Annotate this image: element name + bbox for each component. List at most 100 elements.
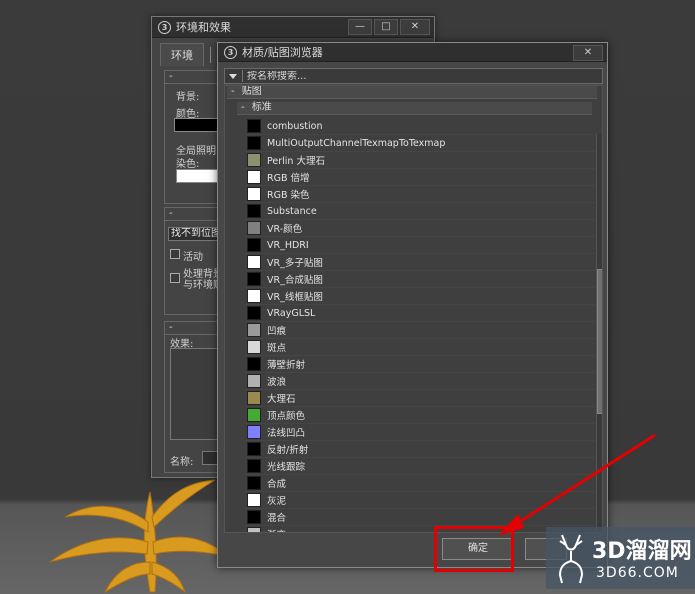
group-header-maps[interactable]: - 贴图 (227, 86, 597, 99)
list-item[interactable]: Perlin 大理石 (245, 152, 595, 169)
list-item[interactable]: VR_合成贴图 (245, 271, 595, 288)
list-item[interactable]: MultiOutputChannelTexmapToTexmap (245, 135, 595, 152)
map-thumbnail-icon (247, 323, 261, 337)
list-item-label: 大理石 (267, 394, 296, 405)
map-thumbnail-icon (247, 221, 261, 235)
list-item-label: 斑点 (267, 343, 287, 354)
map-thumbnail-icon (247, 374, 261, 388)
search-separator (242, 70, 243, 82)
list-item-label: Substance (267, 205, 317, 217)
background-color-swatch[interactable] (174, 118, 220, 132)
subgroup-header-standard[interactable]: - 标准 (237, 102, 592, 115)
map-thumbnail-icon (247, 527, 261, 532)
list-item-label: VR_线框贴图 (267, 292, 323, 303)
close-button[interactable]: ✕ (400, 19, 430, 35)
list-item-label: RGB 倍增 (267, 173, 310, 184)
list-item-label: 薄壁折射 (267, 360, 306, 371)
list-item[interactable]: RGB 倍增 (245, 169, 595, 186)
list-item-label: 反射/折射 (267, 445, 309, 456)
map-thumbnail-icon (247, 136, 261, 150)
annotation-arrow-icon (498, 433, 656, 536)
list-item-label: 顶点颜色 (267, 411, 306, 422)
options-dropdown-icon[interactable] (229, 73, 237, 79)
watermark: 3D溜溜网 3D66.COM (546, 527, 695, 589)
map-thumbnail-icon (247, 476, 261, 490)
app-logo-icon: 3 (224, 45, 237, 59)
list-item-label: 混合 (267, 513, 287, 524)
tab-separator (210, 47, 211, 63)
map-thumbnail-icon (247, 408, 261, 422)
list-item-label: 光线跟踪 (267, 462, 306, 473)
list-item-label: Perlin 大理石 (267, 156, 325, 167)
list-item[interactable]: VR_HDRI (245, 237, 595, 254)
list-item[interactable]: 大理石 (245, 390, 595, 407)
list-item[interactable]: Substance (245, 203, 595, 220)
list-item[interactable]: 波浪 (245, 373, 595, 390)
list-item[interactable]: combustion (245, 118, 595, 135)
list-item[interactable]: 顶点颜色 (245, 407, 595, 424)
active-checkbox[interactable] (170, 249, 180, 259)
browser-window-title: 材质/贴图浏览器 (242, 46, 323, 59)
search-bar (224, 68, 603, 84)
list-item-label: 凹痕 (267, 326, 287, 337)
map-thumbnail-icon (247, 204, 261, 218)
map-thumbnail-icon (247, 340, 261, 354)
search-input[interactable] (247, 70, 602, 82)
map-thumbnail-icon (247, 272, 261, 286)
browser-titlebar[interactable]: 3 材质/贴图浏览器 ✕ (218, 43, 607, 62)
list-item-label: VR_多子贴图 (267, 258, 323, 269)
env-titlebar[interactable]: 3 环境和效果 — □ ✕ (152, 17, 434, 38)
map-thumbnail-icon (247, 238, 261, 252)
minimize-button[interactable]: — (348, 19, 372, 35)
map-thumbnail-icon (247, 306, 261, 320)
map-thumbnail-icon (247, 153, 261, 167)
list-item[interactable]: VR_线框贴图 (245, 288, 595, 305)
list-item-label: VR-颜色 (267, 224, 303, 235)
group-label: 贴图 (241, 86, 262, 97)
list-item-label: VRayGLSL (267, 307, 316, 319)
list-item[interactable]: 薄壁折射 (245, 356, 595, 373)
map-thumbnail-icon (247, 510, 261, 524)
tab-environment[interactable]: 环境 (160, 43, 204, 66)
list-item-label: 法线凹凸 (267, 428, 306, 439)
list-item-label: MultiOutputChannelTexmapToTexmap (267, 137, 446, 149)
process-background-checkbox[interactable] (170, 273, 180, 283)
list-item-label: combustion (267, 120, 323, 132)
map-thumbnail-icon (247, 357, 261, 371)
list-item[interactable]: VR-颜色 (245, 220, 595, 237)
maximize-button[interactable]: □ (374, 19, 398, 35)
list-item[interactable]: VRayGLSL (245, 305, 595, 322)
exposure-control-dropdown[interactable]: 找不到位图 (168, 227, 224, 241)
map-thumbnail-icon (247, 493, 261, 507)
list-item[interactable]: VR_多子贴图 (245, 254, 595, 271)
list-item-label: 波浪 (267, 377, 287, 388)
active-label: 活动 (183, 252, 203, 263)
tint-color-swatch[interactable] (176, 169, 218, 183)
watermark-subtext: 3D66.COM (596, 565, 679, 581)
list-item-label: 渐变 (267, 527, 286, 532)
list-item[interactable]: RGB 染色 (245, 186, 595, 203)
map-thumbnail-icon (247, 170, 261, 184)
list-item-label: 灰泥 (267, 496, 287, 507)
watermark-text: 3D溜溜网 (592, 539, 692, 564)
map-thumbnail-icon (247, 425, 261, 439)
map-thumbnail-icon (247, 391, 261, 405)
list-item-label: RGB 染色 (267, 190, 310, 201)
list-item-label: 合成 (267, 479, 287, 490)
background-label: 背景: (176, 92, 200, 103)
list-item-label: VR_HDRI (267, 239, 309, 251)
name-label: 名称: (170, 457, 194, 468)
effects-list[interactable] (170, 348, 222, 440)
list-item[interactable]: 斑点 (245, 339, 595, 356)
app-logo-icon: 3 (158, 20, 171, 34)
map-thumbnail-icon (247, 289, 261, 303)
subgroup-label: 标准 (251, 102, 272, 113)
map-thumbnail-icon (247, 459, 261, 473)
tint-label: 染色: (176, 159, 200, 170)
scrollbar-thumb[interactable] (597, 269, 602, 414)
deer-logo-icon (558, 534, 584, 584)
list-item[interactable]: 凹痕 (245, 322, 595, 339)
map-thumbnail-icon (247, 119, 261, 133)
close-button[interactable]: ✕ (573, 45, 603, 61)
list-item-label: VR_合成贴图 (267, 275, 323, 286)
